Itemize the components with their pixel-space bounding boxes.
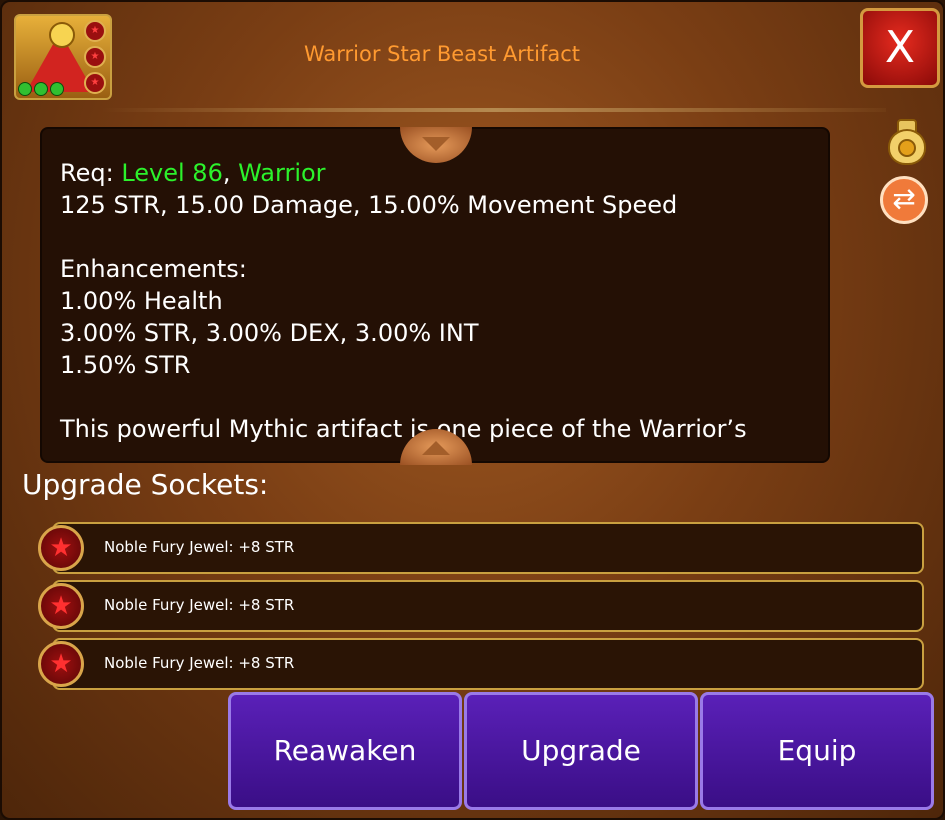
action-button-bar: Reawaken Upgrade Equip: [228, 692, 934, 810]
socket-row[interactable]: ★ Noble Fury Jewel: +8 STR: [38, 522, 924, 574]
upgrade-button[interactable]: Upgrade: [464, 692, 698, 810]
socket-indicator-icon: ★: [84, 20, 106, 42]
scroll-down-icon: [422, 441, 450, 455]
requirement-line: Req: Level 86, Warrior: [60, 157, 814, 189]
socket-label: Noble Fury Jewel: +8 STR: [104, 538, 295, 556]
base-stats: 125 STR, 15.00 Damage, 15.00% Movement S…: [60, 191, 678, 219]
coin-shape: [898, 139, 916, 157]
rank-dot-icon: [34, 82, 48, 96]
equip-button[interactable]: Equip: [700, 692, 934, 810]
scroll-up-icon: [422, 137, 450, 151]
socket-indicator-icon: ★: [84, 72, 106, 94]
req-separator: ,: [222, 159, 239, 187]
item-title: Warrior Star Beast Artifact: [303, 42, 581, 66]
reawaken-button[interactable]: Reawaken: [228, 692, 462, 810]
enhancement-line: 1.00% Health: [60, 287, 223, 315]
enhancements-heading: Enhancements:: [60, 255, 247, 283]
swap-arrows-icon[interactable]: ⇄: [880, 176, 928, 224]
artifact-medal-shape: [49, 22, 75, 48]
item-info-text: Req: Level 86, Warrior 125 STR, 15.00 Da…: [60, 157, 814, 445]
red-star-gem-icon: ★: [38, 525, 84, 571]
socket-row[interactable]: ★ Noble Fury Jewel: +8 STR: [38, 638, 924, 690]
item-detail-panel: ★ ★ ★ Warrior Star Beast Artifact X Req:…: [0, 0, 945, 820]
header-divider: [102, 108, 886, 112]
req-prefix: Req:: [60, 159, 122, 187]
rank-dot-icon: [18, 82, 32, 96]
rank-dot-icon: [50, 82, 64, 96]
red-star-gem-icon: ★: [38, 641, 84, 687]
socket-row[interactable]: ★ Noble Fury Jewel: +8 STR: [38, 580, 924, 632]
red-star-gem-icon: ★: [38, 583, 84, 629]
enhancement-line: 3.00% STR, 3.00% DEX, 3.00% INT: [60, 319, 479, 347]
warrior-artifact-icon: ★ ★ ★: [14, 14, 112, 100]
socket-indicator-icon: ★: [84, 46, 106, 68]
upgrade-sockets-heading: Upgrade Sockets:: [22, 468, 269, 501]
required-level: Level 86: [121, 159, 223, 187]
close-icon: X: [884, 22, 916, 73]
socket-label: Noble Fury Jewel: +8 STR: [104, 596, 295, 614]
coin-bag-icon[interactable]: [884, 117, 926, 165]
item-info-box[interactable]: Req: Level 86, Warrior 125 STR, 15.00 Da…: [40, 127, 830, 465]
socket-label: Noble Fury Jewel: +8 STR: [104, 654, 295, 672]
enhancement-line: 1.50% STR: [60, 351, 191, 379]
close-button[interactable]: X: [860, 8, 940, 88]
required-class: Warrior: [238, 159, 326, 187]
